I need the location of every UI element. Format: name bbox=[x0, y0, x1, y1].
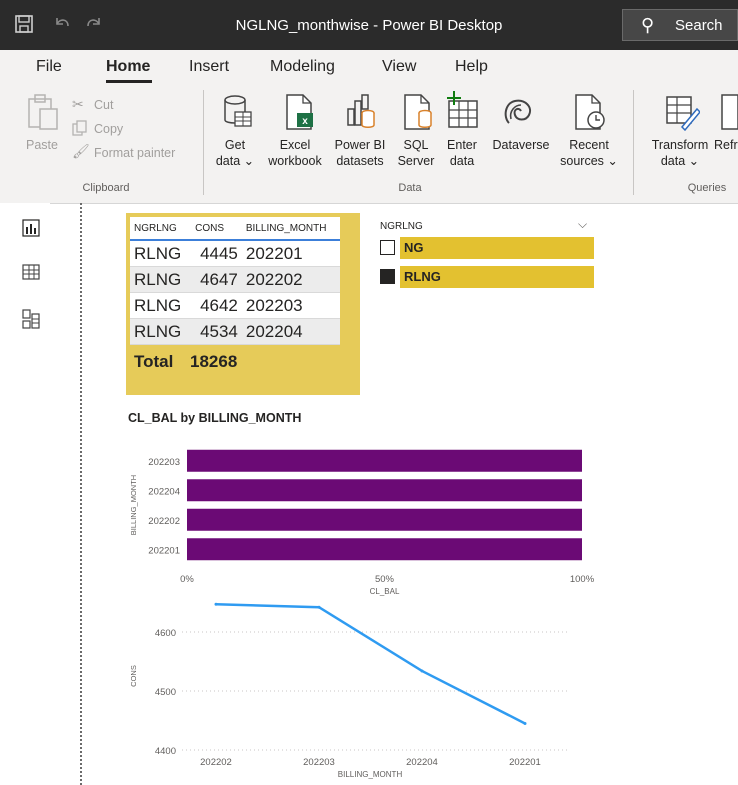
line-point bbox=[523, 721, 527, 725]
x-tick-label: 202203 bbox=[303, 757, 335, 768]
y-tick-label: 4600 bbox=[155, 628, 176, 639]
line-series bbox=[215, 603, 526, 725]
y-tick-label: 4500 bbox=[155, 687, 176, 698]
line-point bbox=[214, 602, 218, 606]
y-axis-label: CONS bbox=[129, 665, 138, 687]
y-tick-label: 4400 bbox=[155, 746, 176, 757]
x-tick-label: 202204 bbox=[406, 757, 438, 768]
line-point bbox=[317, 605, 321, 609]
line-chart[interactable]: 4400 4500 4600 202202 202203 202204 202201 BILL… bbox=[0, 0, 738, 785]
x-tick-label: 202201 bbox=[509, 757, 541, 768]
line-point bbox=[420, 669, 424, 673]
x-axis-label: BILLING_MONTH bbox=[338, 770, 403, 779]
x-tick-label: 202202 bbox=[200, 757, 232, 768]
